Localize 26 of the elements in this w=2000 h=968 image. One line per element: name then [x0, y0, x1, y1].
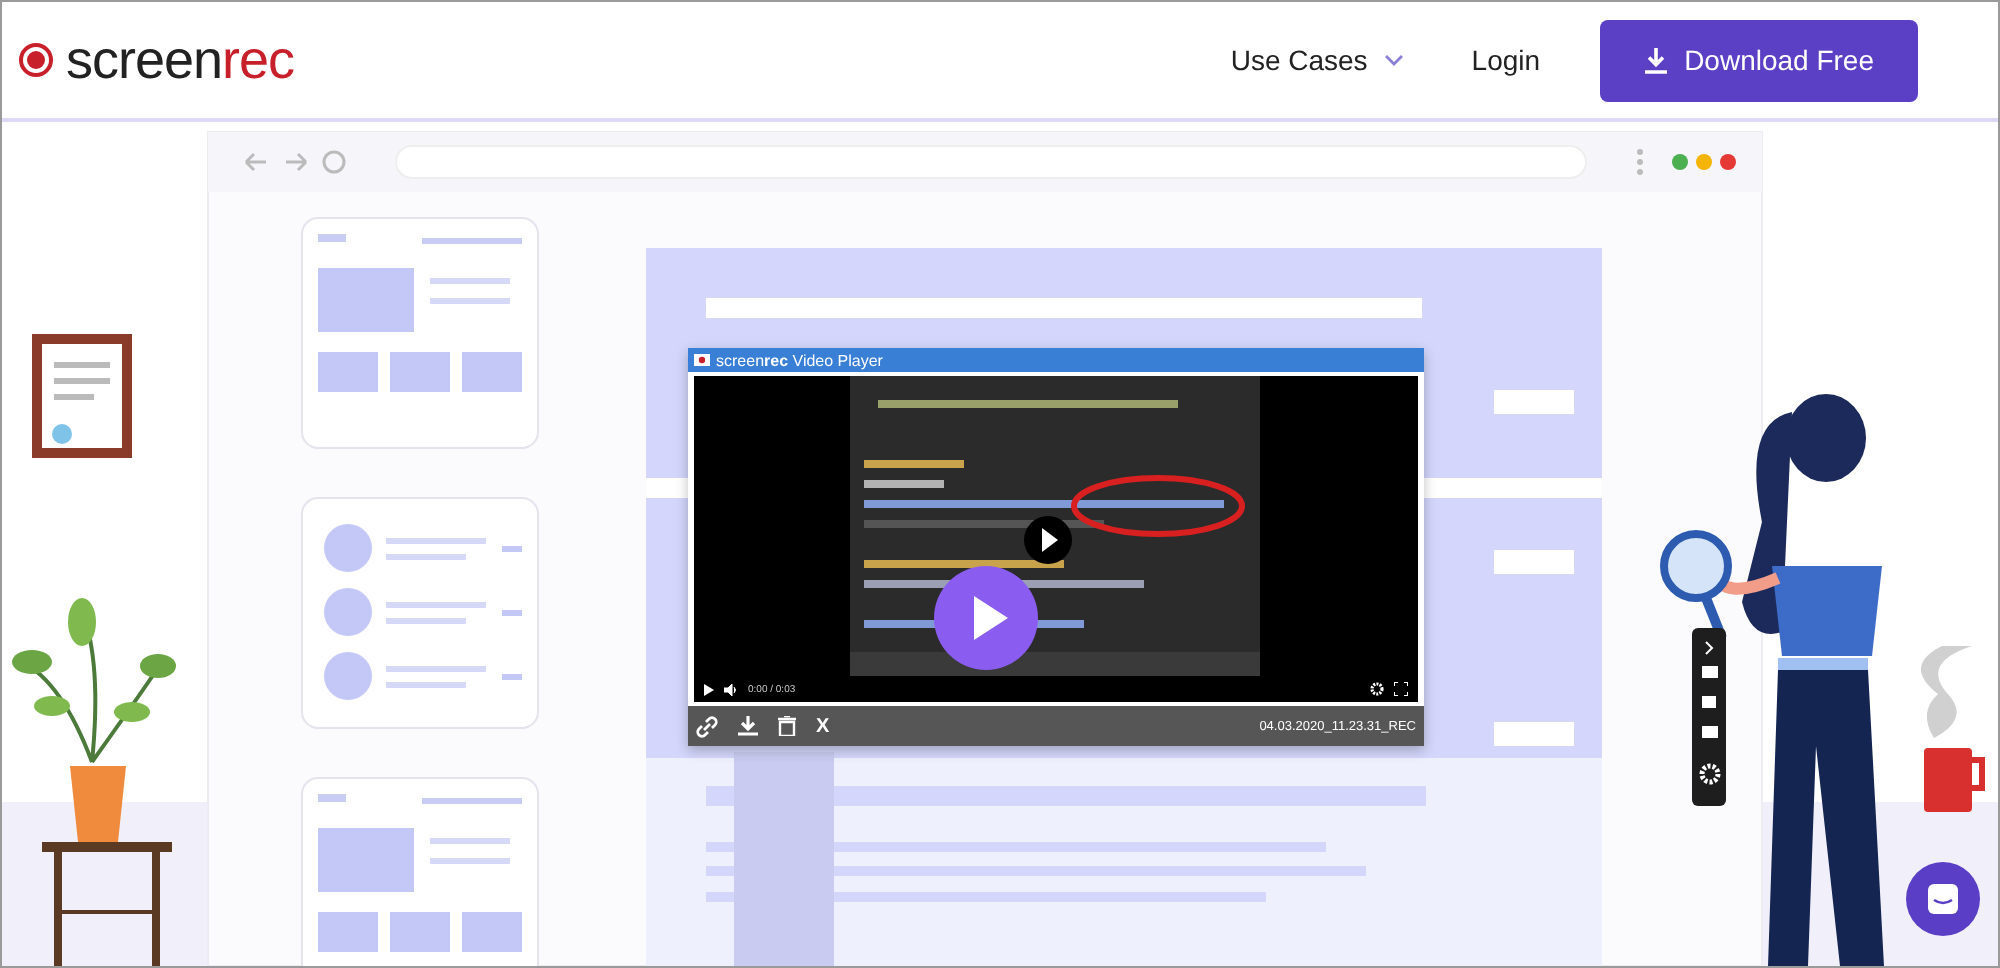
chat-button[interactable] — [1906, 862, 1980, 936]
play-icon[interactable] — [704, 683, 714, 695]
logo-text[interactable]: screenrec — [66, 29, 295, 91]
settings-icon[interactable] — [1370, 682, 1384, 696]
download-icon[interactable] — [738, 716, 758, 736]
player-title: screenrec Video Player — [716, 351, 883, 369]
back-icon — [244, 152, 268, 172]
chevron-down-icon — [1383, 54, 1404, 66]
download-icon — [1644, 47, 1669, 73]
record-icon — [694, 354, 710, 366]
nav-link[interactable]: Login — [1471, 44, 1541, 76]
link-icon[interactable] — [696, 715, 718, 737]
download-button[interactable]: Download Free — [1600, 19, 1918, 101]
trash-icon[interactable] — [778, 716, 796, 736]
play-icon[interactable] — [1024, 516, 1072, 564]
window-controls-icon — [1672, 154, 1736, 170]
nav-dropdown[interactable]: Use Cases — [1230, 44, 1404, 76]
close-button[interactable]: X — [816, 715, 830, 737]
certificate-drawing — [32, 334, 132, 458]
record-icon — [18, 42, 54, 78]
reload-icon — [322, 150, 346, 174]
fullscreen-icon[interactable] — [1394, 682, 1408, 696]
menu-icon — [1637, 149, 1643, 175]
forward-icon — [284, 152, 308, 172]
play-button[interactable] — [934, 566, 1038, 670]
volume-icon[interactable] — [724, 683, 738, 695]
